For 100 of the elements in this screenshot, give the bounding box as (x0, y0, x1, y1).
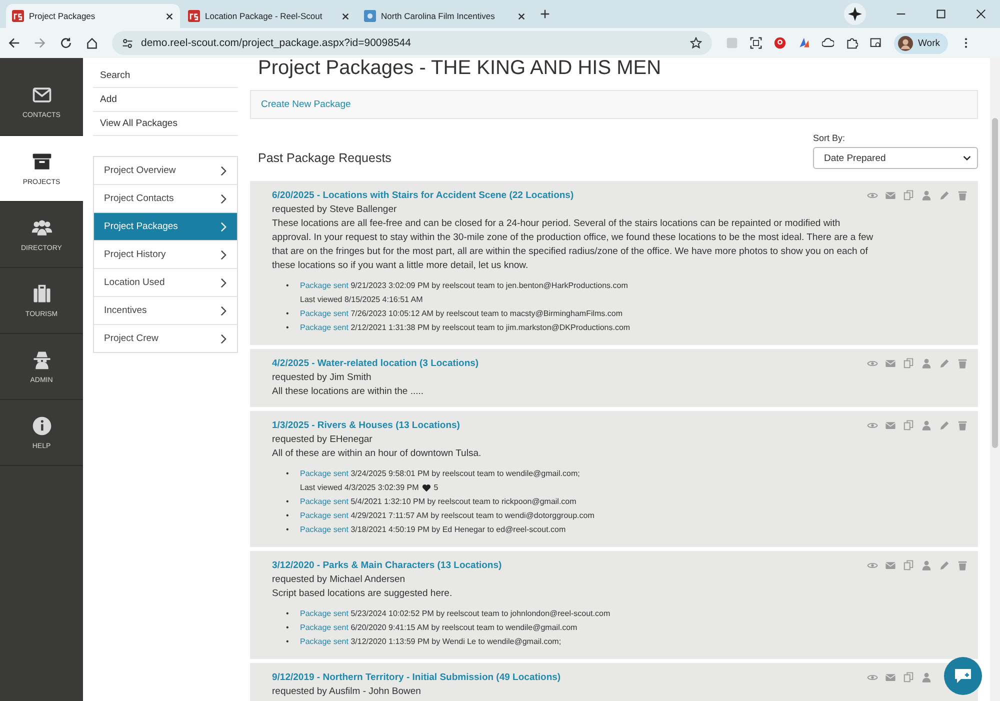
chevron-right-icon (220, 306, 227, 316)
action-link[interactable]: View All Packages (93, 112, 238, 136)
project-menu-item[interactable]: Project History (94, 241, 237, 269)
chevron-right-icon (220, 334, 227, 344)
person-icon[interactable] (921, 420, 932, 431)
chevron-right-icon (220, 250, 227, 260)
send-detail: 7/26/2023 10:05:12 AM by reelscout team to macsty@BirminghamFilms.com (350, 309, 623, 318)
send-detail: 9/21/2023 3:02:09 PM by reelscout team to jen.benton@HarkProductions.com (350, 281, 628, 290)
close-icon[interactable] (517, 12, 526, 20)
last-viewed-text: Last viewed 8/15/2025 4:16:51 AM (300, 294, 423, 306)
puzzle-icon[interactable] (846, 37, 858, 49)
requester-text: requested by Steve Ballenger (272, 203, 398, 217)
bullet: • (286, 636, 290, 648)
trash-icon[interactable] (957, 560, 968, 571)
copy-icon[interactable] (903, 420, 914, 431)
copy-icon[interactable] (903, 672, 914, 683)
caret-icon (963, 155, 971, 161)
envelope-icon[interactable] (885, 420, 896, 431)
send-detail: 3/12/2020 1:13:59 PM by Wendi Le to wendile@gmail.com; (350, 637, 562, 646)
person-icon[interactable] (921, 358, 932, 369)
copy-icon[interactable] (903, 190, 914, 201)
pencil-icon[interactable] (939, 190, 950, 201)
person-icon[interactable] (921, 190, 932, 201)
home-icon[interactable] (86, 37, 98, 49)
bullet: • (286, 308, 290, 320)
screenshot-icon[interactable] (750, 37, 762, 49)
sort-dropdown[interactable]: Date Prepared (813, 147, 978, 169)
bullet: • (286, 524, 290, 536)
action-link[interactable]: Add (93, 88, 238, 112)
address-bar[interactable]: demo.reel-scout.com/project_package.aspx?id=90098544 (112, 31, 712, 55)
app-logo-icon (12, 10, 24, 22)
chevron-right-icon (220, 278, 227, 288)
close-icon[interactable] (165, 12, 174, 20)
reading-list-icon[interactable] (870, 37, 882, 49)
close-icon[interactable] (341, 12, 350, 20)
eye-icon[interactable] (867, 672, 878, 683)
maximize-icon[interactable] (936, 9, 946, 19)
last-viewed-text: Last viewed 4/3/2025 3:02:39 PM (300, 482, 419, 494)
close-icon[interactable] (976, 9, 986, 19)
new-tab-icon[interactable] (540, 9, 550, 19)
extension-icon[interactable] (774, 37, 786, 49)
eye-icon[interactable] (867, 190, 878, 201)
like-count: 5 (434, 482, 438, 494)
extension-icon[interactable] (798, 37, 810, 49)
envelope-icon[interactable] (885, 190, 896, 201)
sparkle-icon[interactable] (844, 3, 866, 25)
requester-text: requested by Ausfilm - John Bowen (272, 685, 422, 699)
eye-icon[interactable] (867, 420, 878, 431)
page-title: Project Packages - THE KING AND HIS MEN (258, 58, 662, 78)
project-menu-item[interactable]: Project Overview (94, 157, 237, 185)
eye-icon[interactable] (867, 358, 878, 369)
cloud-icon[interactable] (822, 37, 834, 49)
browser-tab[interactable]: Project Packages (6, 4, 180, 28)
profile-button[interactable]: Work (894, 32, 948, 54)
person-icon[interactable] (921, 672, 932, 683)
envelope-icon[interactable] (885, 358, 896, 369)
package-description: Script based locations are suggested here. (272, 587, 454, 601)
app-logo-icon (188, 10, 200, 22)
pencil-icon[interactable] (939, 358, 950, 369)
pencil-icon[interactable] (939, 560, 950, 571)
chevron-right-icon (220, 222, 227, 232)
project-menu-item[interactable]: Location Used (94, 269, 237, 297)
bookmark-star-icon[interactable] (690, 37, 702, 49)
person-icon[interactable] (921, 560, 932, 571)
requester-text: requested by Jim Smith (272, 371, 372, 385)
site-settings-icon[interactable] (122, 38, 133, 48)
requester-text: requested by EHenegar (272, 433, 374, 447)
trash-icon[interactable] (957, 190, 968, 201)
send-detail: 6/20/2020 9:41:15 AM by reelscout team to wendile@gmail.com (350, 623, 578, 632)
bullet: • (286, 468, 290, 480)
forward-icon[interactable] (34, 37, 46, 49)
chevron-right-icon (220, 166, 227, 176)
envelope-icon[interactable] (885, 560, 896, 571)
package-description: All these locations are within the ..... (272, 385, 425, 399)
browser-tab[interactable]: Location Package - Reel-Scout (182, 4, 356, 28)
envelope-icon[interactable] (885, 672, 896, 683)
trash-icon[interactable] (957, 358, 968, 369)
scrollbar[interactable] (990, 58, 1000, 701)
pencil-icon[interactable] (939, 420, 950, 431)
package-description: These locations are all fee-free and can be closed for a 24-hour period. Several of the stairs locations can be repainted or modified with approval. In your request to stay within the 30-mile zone of the production office, we found these locations to be the most ideal. There are a few that are on the fringes but for the most part, all are within the specified radius/zone of the office. We have more photos to show you on each of these locations so if you want a little more detail, let us know. (272, 217, 874, 273)
sort-label: Sort By: (813, 133, 846, 143)
copy-icon[interactable] (903, 358, 914, 369)
project-menu-item[interactable]: Incentives (94, 297, 237, 325)
heart-icon (422, 484, 431, 492)
browser-tab[interactable]: North Carolina Film Incentives (358, 4, 532, 28)
section-title: Past Package Requests (258, 151, 392, 165)
action-link[interactable]: Search (93, 64, 238, 88)
send-detail: 3/18/2021 4:50:19 PM by Ed Henegar to ed@reel-scout.com (350, 525, 566, 534)
create-package-link[interactable]: Create New Package (261, 99, 351, 110)
back-icon[interactable] (8, 37, 20, 49)
copy-icon[interactable] (903, 560, 914, 571)
send-detail: 5/4/2021 1:32:10 PM by reelscout team to rickpoon@gmail.com (350, 497, 576, 506)
bullet: • (286, 322, 290, 334)
project-menu-item[interactable]: Project Packages (94, 213, 237, 241)
project-menu-item[interactable]: Project Crew (94, 325, 237, 352)
trash-icon[interactable] (957, 420, 968, 431)
chat-bubble-icon (953, 667, 973, 685)
reload-icon[interactable] (60, 37, 72, 49)
eye-icon[interactable] (867, 560, 878, 571)
info-icon (30, 415, 52, 437)
